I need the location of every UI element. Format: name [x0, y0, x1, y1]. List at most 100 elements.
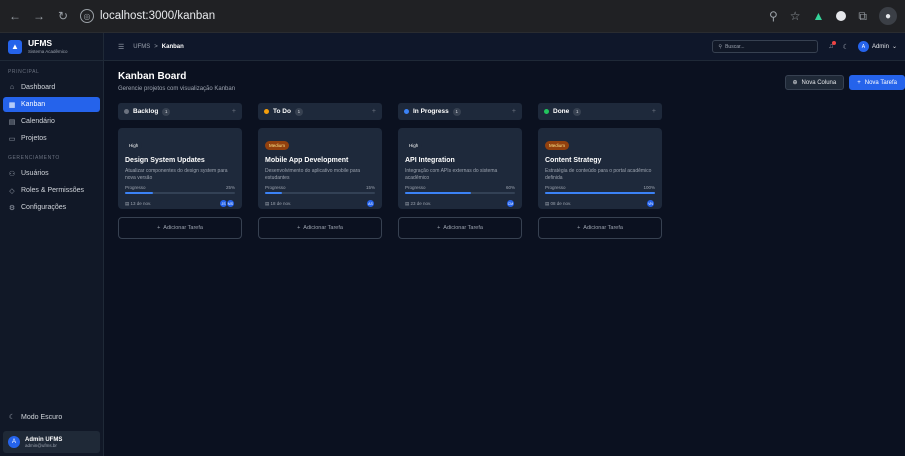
breadcrumb: ☰ UFMS > Kanban	[118, 43, 712, 51]
due-date: ▤ 08 de nov.	[545, 201, 571, 207]
site-info-icon[interactable]: ◎	[80, 9, 94, 23]
plus-icon: +	[577, 225, 581, 231]
sidebar-item-label: Configurações	[21, 204, 67, 211]
breadcrumb-root[interactable]: UFMS	[133, 44, 150, 50]
gear-icon: ⚙	[8, 204, 16, 212]
moon-icon: ☾	[8, 414, 16, 421]
browser-profile-avatar[interactable]: ●	[879, 7, 897, 25]
bookmark-star-icon[interactable]: ☆	[790, 9, 801, 23]
column-count-badge: 1	[294, 107, 303, 116]
moon-icon[interactable]: ☾	[843, 43, 849, 51]
topbar: ☰ UFMS > Kanban ⚲ Buscar... ♫ ☾ A Admin …	[104, 33, 905, 61]
column-status-dot	[264, 109, 269, 114]
zoom-icon[interactable]: ⚲	[769, 9, 778, 23]
dark-mode-toggle[interactable]: ☾ Modo Escuro	[3, 409, 100, 425]
kanban-board: Backlog 1 + High Design System Updates A…	[118, 103, 905, 239]
kanban-column: To Do 1 + Medium Mobile App Development …	[258, 103, 382, 239]
column-count-badge: 1	[162, 107, 171, 116]
assignee-list: VN	[646, 199, 655, 208]
graduation-cap-icon: ▲	[8, 39, 22, 54]
brand: ▲ UFMS Sistema Acadêmico	[0, 33, 103, 61]
extension-icon[interactable]: ▲	[813, 9, 825, 23]
sidebar: ▲ UFMS Sistema Acadêmico PRINCIPAL ⌂ Das…	[0, 33, 104, 456]
column-title: Done	[553, 108, 570, 115]
user-name: Admin UFMS	[25, 436, 63, 443]
progress-value: 60%	[505, 185, 515, 190]
progress-track	[545, 192, 655, 194]
search-icon: ⚲	[718, 43, 723, 50]
extension-circle-icon[interactable]	[836, 11, 847, 21]
column-add-icon[interactable]: +	[232, 108, 236, 115]
extensions-puzzle-icon[interactable]: ⧉	[858, 9, 867, 24]
assignee-list: JS MS	[219, 199, 235, 208]
new-task-button[interactable]: + Nova Tarefa	[849, 75, 905, 90]
progress-label: Progresso	[545, 185, 566, 190]
assignee-list: CM	[506, 199, 515, 208]
reload-icon[interactable]: ↻	[56, 9, 70, 23]
progress-value: 100%	[643, 185, 655, 190]
task-card[interactable]: Medium Mobile App Development Desenvolvi…	[258, 128, 382, 209]
column-add-icon[interactable]: +	[512, 108, 516, 115]
kanban-column: In Progress 1 + High API Integration Int…	[398, 103, 522, 239]
folder-icon: ▭	[8, 135, 16, 143]
brand-subtitle: Sistema Acadêmico	[28, 48, 68, 54]
add-task-button[interactable]: + Adicionar Tarefa	[538, 217, 662, 239]
task-description: Estratégia de conteúdo para o portal aca…	[545, 168, 652, 181]
task-card[interactable]: High Design System Updates Atualizar com…	[118, 128, 242, 209]
task-card[interactable]: Medium Content Strategy Estratégia de co…	[538, 128, 662, 209]
add-task-button[interactable]: + Adicionar Tarefa	[258, 217, 382, 239]
sidebar-item-dashboard[interactable]: ⌂ Dashboard	[3, 80, 100, 95]
sidebar-item-kanban[interactable]: ▦ Kanban	[3, 97, 100, 112]
menu-icon[interactable]: ☰	[118, 43, 124, 51]
sidebar-item-label: Dashboard	[21, 84, 56, 91]
sidebar-item-label: Roles & Permissões	[21, 187, 85, 194]
dark-mode-label: Modo Escuro	[21, 413, 63, 421]
calendar-icon: ▤	[265, 200, 270, 206]
notification-bell-icon[interactable]: ♫	[828, 41, 836, 50]
progress-fill	[405, 192, 471, 194]
task-card[interactable]: High API Integration Integração com APIs…	[398, 128, 522, 209]
search-input[interactable]: ⚲ Buscar...	[712, 40, 819, 53]
new-task-label: Nova Tarefa	[864, 79, 897, 86]
calendar-icon: ▤	[8, 118, 16, 126]
sidebar-item-label: Projetos	[21, 135, 47, 142]
task-title: Mobile App Development	[265, 157, 349, 164]
forward-icon[interactable]: →	[32, 9, 46, 23]
avatar: A	[857, 41, 869, 52]
plus-icon: +	[437, 225, 441, 231]
column-title: Backlog	[133, 108, 159, 115]
due-date: ▤ 23 de nov.	[405, 201, 431, 207]
kanban-column: Backlog 1 + High Design System Updates A…	[118, 103, 242, 239]
priority-badge: Medium	[265, 141, 290, 150]
calendar-icon: ▤	[405, 200, 410, 206]
column-header: In Progress 1 +	[398, 103, 522, 120]
due-date: ▤ 13 de nov.	[125, 201, 151, 207]
progress-label: Progresso	[125, 185, 146, 190]
address-bar[interactable]: ◎ localhost:3000/kanban	[80, 9, 759, 23]
new-column-button[interactable]: ⊕ Nova Coluna	[784, 75, 845, 90]
add-task-button[interactable]: + Adicionar Tarefa	[118, 217, 242, 239]
add-task-label: Adicionar Tarefa	[443, 225, 483, 231]
add-task-label: Adicionar Tarefa	[163, 225, 203, 231]
sidebar-item-configuracoes[interactable]: ⚙ Configurações	[3, 200, 100, 215]
sidebar-item-label: Usuários	[21, 170, 49, 177]
home-icon: ⌂	[9, 84, 15, 91]
user-profile[interactable]: A Admin UFMS admin@ufms.br	[3, 431, 100, 453]
plus-icon: +	[297, 225, 301, 231]
sidebar-item-calendario[interactable]: ▤ Calendário	[3, 114, 100, 129]
sidebar-item-projetos[interactable]: ▭ Projetos	[3, 131, 100, 146]
add-task-button[interactable]: + Adicionar Tarefa	[398, 217, 522, 239]
brand-title: UFMS	[28, 38, 53, 49]
sidebar-item-roles[interactable]: ◇ Roles & Permissões	[3, 183, 100, 198]
column-add-icon[interactable]: +	[652, 108, 656, 115]
sidebar-item-usuarios[interactable]: ⚇ Usuários	[3, 166, 100, 181]
column-add-icon[interactable]: +	[372, 108, 376, 115]
browser-toolbar: ← → ↻ ◎ localhost:3000/kanban ⚲ ☆ ▲ ⧉ ●	[0, 0, 905, 33]
back-icon[interactable]: ←	[8, 9, 22, 23]
avatar: MS	[226, 199, 235, 208]
plus-icon: +	[857, 79, 861, 86]
new-column-label: Nova Coluna	[801, 79, 837, 86]
notification-dot	[831, 41, 836, 45]
admin-menu[interactable]: A Admin ⌄	[857, 41, 897, 52]
progress-track	[265, 192, 375, 194]
